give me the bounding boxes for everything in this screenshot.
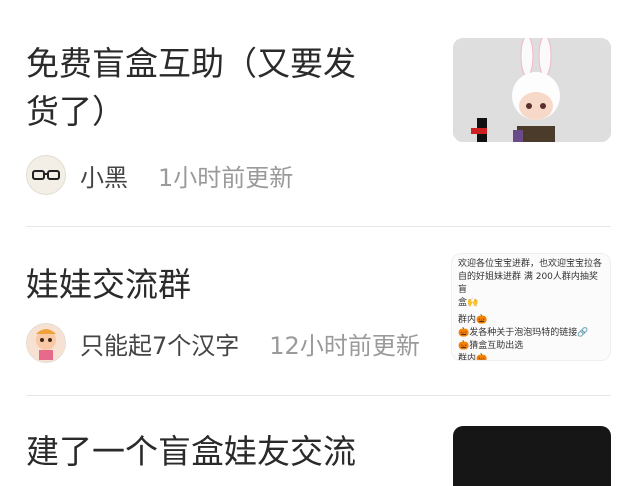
group-notice-image[interactable]: 欢迎各位宝宝进群，也欢迎宝宝拉各 自的好姐妹进群 满 200人群内抽奖盲 盒🙌 … — [451, 253, 611, 361]
feed-card[interactable]: 娃娃交流群 只能起7个汉字 12小时前更新 欢迎各位宝宝进群，也欢迎宝宝拉各 自… — [0, 227, 640, 395]
glasses-avatar-icon[interactable] — [26, 155, 66, 195]
feed-card[interactable]: 免费盲盒互助（又要发 货了） 小黑 1小时前更新 — [0, 0, 640, 226]
post-title[interactable]: 建了一个盲盒娃友交流 — [26, 428, 356, 476]
post-title-line: 建了一个盲盒娃友交流 — [26, 432, 356, 471]
update-time: 12小时前更新 — [269, 331, 420, 360]
post-meta: 只能起7个汉字 12小时前更新 — [26, 323, 420, 363]
notice-text: 欢迎各位宝宝进群，也欢迎宝宝拉各 自的好姐妹进群 满 200人群内抽奖盲 盒🙌 … — [452, 254, 610, 361]
author-name[interactable]: 只能起7个汉字 — [80, 326, 239, 361]
bunny-doll-photo[interactable] — [453, 38, 611, 142]
notice-line: 群内🎃 — [458, 354, 488, 361]
post-meta: 小黑 1小时前更新 — [26, 155, 293, 195]
notice-line: 群内🎃 — [458, 315, 488, 325]
notice-line: 盒🙌 — [458, 298, 479, 308]
post-feed: 免费盲盒互助（又要发 货了） 小黑 1小时前更新 娃娃交流群 只能起7个汉字 1… — [0, 0, 640, 486]
post-title-line: 货了） — [26, 92, 125, 131]
post-title-line: 免费盲盒互助（又要发 — [26, 44, 356, 83]
update-time: 1小时前更新 — [158, 163, 294, 192]
notice-line: 🎃猜盒互助出选 — [458, 341, 524, 351]
author-name[interactable]: 小黑 — [80, 158, 128, 193]
doll-avatar-icon[interactable] — [26, 323, 66, 363]
post-title[interactable]: 娃娃交流群 — [26, 261, 191, 309]
notice-line: 自的好姐妹进群 满 200人群内抽奖盲 — [458, 272, 598, 295]
notice-line: 欢迎各位宝宝进群，也欢迎宝宝拉各 — [458, 259, 603, 269]
feed-card[interactable]: 建了一个盲盒娃友交流 — [0, 396, 640, 486]
post-title[interactable]: 免费盲盒互助（又要发 货了） — [26, 40, 356, 136]
dark-thumbnail[interactable] — [453, 426, 611, 486]
post-title-line: 娃娃交流群 — [26, 265, 191, 304]
notice-line: 🎃发各种关于泡泡玛特的链接🔗 — [458, 328, 589, 338]
